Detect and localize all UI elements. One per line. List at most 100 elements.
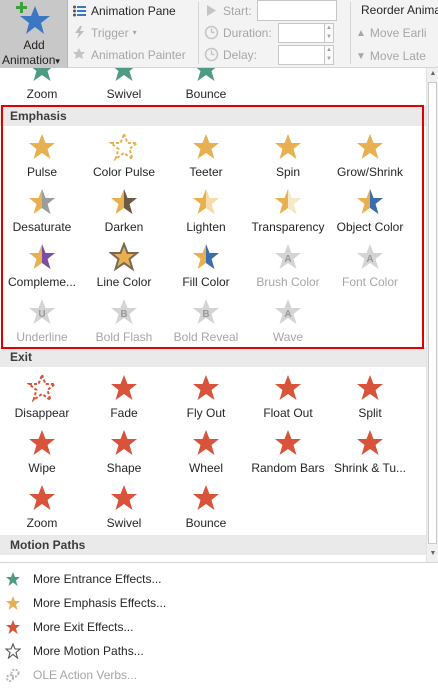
- menu-item-label: More Entrance Effects...: [33, 572, 162, 586]
- more-motion-paths-item[interactable]: More Motion Paths...: [0, 639, 438, 663]
- emphasis-complementary-color-item[interactable]: Compleme...: [1, 242, 83, 294]
- exit-fade-item[interactable]: Fade: [83, 373, 165, 425]
- exit-swivel-item[interactable]: Swivel: [83, 483, 165, 535]
- item-label: Fade: [110, 406, 138, 420]
- motion-paths-section-header: Motion Paths: [0, 535, 426, 555]
- emphasis-lighten-item[interactable]: Lighten: [165, 187, 247, 239]
- more-emphasis-effects-item[interactable]: More Emphasis Effects...: [0, 591, 438, 615]
- entrance-swivel-item[interactable]: Swivel: [83, 68, 165, 106]
- spin-icon: [275, 134, 301, 159]
- shape-icon: [111, 430, 137, 455]
- trigger-label: Trigger: [91, 25, 129, 40]
- item-label: Brush Color: [256, 275, 320, 289]
- item-label: Color Pulse: [92, 165, 156, 179]
- duration-spinner[interactable]: ▲ ▼: [324, 23, 334, 43]
- emphasis-darken-item[interactable]: Darken: [83, 187, 165, 239]
- exit-shape-item[interactable]: Shape: [83, 428, 165, 480]
- emphasis-bold-reveal-item[interactable]: B Bold Reveal: [165, 297, 247, 349]
- item-label: Random Bars: [251, 461, 325, 475]
- pulse-icon: [29, 134, 55, 159]
- item-label: Font Color: [341, 275, 399, 289]
- motion-path-star-icon: [5, 643, 21, 659]
- item-label: Grow/Shrink: [336, 165, 404, 179]
- clock-icon: [204, 25, 219, 40]
- animation-painter-icon: [73, 48, 85, 59]
- item-label: Shape: [106, 461, 142, 475]
- entrance-zoom-item[interactable]: Zoom: [1, 68, 83, 106]
- emphasis-brush-color-item[interactable]: A Brush Color: [247, 242, 329, 294]
- emphasis-fill-color-item[interactable]: Fill Color: [165, 242, 247, 294]
- exit-random-bars-item[interactable]: Random Bars: [247, 428, 329, 480]
- desaturate-icon: [29, 189, 55, 214]
- move-later-button[interactable]: ▼ Move Late: [356, 49, 426, 63]
- svg-text:A: A: [366, 254, 373, 265]
- swivel-icon: [111, 485, 137, 510]
- item-label: Wave: [272, 330, 304, 344]
- more-exit-effects-item[interactable]: More Exit Effects...: [0, 615, 438, 639]
- entrance-bounce-item[interactable]: Bounce: [165, 68, 247, 106]
- delay-spinner[interactable]: ▲ ▼: [324, 45, 334, 65]
- item-label: Bold Reveal: [173, 330, 239, 344]
- exit-fly-out-item[interactable]: Fly Out: [165, 373, 247, 425]
- animation-gallery: Zoom Swivel Bounce Emphasis Pulse Color P…: [0, 68, 426, 562]
- exit-split-item[interactable]: Split: [329, 373, 411, 425]
- animation-pane-button[interactable]: Animation Pane: [72, 3, 176, 18]
- exit-shrink-turn-item[interactable]: Shrink & Tu...: [329, 428, 411, 480]
- emphasis-underline-item[interactable]: U Underline: [1, 297, 83, 349]
- emphasis-spin-item[interactable]: Spin: [247, 132, 329, 184]
- fly-out-icon: [193, 375, 219, 400]
- svg-text:B: B: [202, 309, 209, 320]
- animations-ribbon: Add Animation▾ Animation Pane Trigger ▾ …: [0, 0, 438, 68]
- start-dropdown[interactable]: [257, 0, 337, 21]
- emphasis-object-color-item[interactable]: Object Color: [329, 187, 411, 239]
- add-animation-star-icon: [16, 2, 50, 34]
- emphasis-pulse-item[interactable]: Pulse: [1, 132, 83, 184]
- emphasis-desaturate-item[interactable]: Desaturate: [1, 187, 83, 239]
- zoom-icon: [32, 68, 52, 81]
- more-entrance-effects-item[interactable]: More Entrance Effects...: [0, 567, 438, 591]
- exit-bounce-item[interactable]: Bounce: [165, 483, 247, 535]
- ole-action-verbs-item[interactable]: OLE Action Verbs...: [0, 663, 438, 687]
- swivel-icon: [114, 68, 134, 81]
- emphasis-transparency-item[interactable]: Transparency: [247, 187, 329, 239]
- item-label: Float Out: [263, 406, 313, 420]
- underline-icon: U: [29, 299, 55, 324]
- object-color-icon: [357, 189, 383, 214]
- emphasis-bold-flash-item[interactable]: B Bold Flash: [83, 297, 165, 349]
- entrance-star-icon: [6, 572, 20, 586]
- delay-input[interactable]: [278, 45, 325, 65]
- move-earlier-button[interactable]: ▲ Move Earli: [356, 26, 427, 40]
- animation-painter-button[interactable]: Animation Painter: [72, 47, 186, 62]
- item-label: Darken: [104, 220, 144, 234]
- emphasis-color-pulse-item[interactable]: Color Pulse: [83, 132, 165, 184]
- emphasis-grow-shrink-item[interactable]: Grow/Shrink: [329, 132, 411, 184]
- trigger-button[interactable]: Trigger ▾: [72, 25, 137, 40]
- bold-reveal-icon: B: [193, 299, 219, 324]
- scroll-down-icon[interactable]: ▼: [427, 548, 438, 560]
- add-animation-button[interactable]: Add Animation▾: [0, 0, 68, 68]
- more-effects-menu: More Entrance Effects... More Emphasis E…: [0, 562, 438, 698]
- item-label: Swivel: [106, 87, 142, 101]
- emphasis-line-color-item[interactable]: Line Color: [83, 242, 165, 294]
- scrollbar-thumb[interactable]: [428, 82, 437, 544]
- exit-wheel-item[interactable]: Wheel: [165, 428, 247, 480]
- item-label: Zoom: [26, 87, 58, 101]
- exit-float-out-item[interactable]: Float Out: [247, 373, 329, 425]
- item-label: Compleme...: [7, 275, 77, 289]
- teeter-icon: [193, 134, 219, 159]
- chevron-down-icon: ▾: [55, 56, 60, 66]
- exit-disappear-item[interactable]: Disappear: [1, 373, 83, 425]
- zoom-icon: [29, 485, 55, 510]
- exit-zoom-item[interactable]: Zoom: [1, 483, 83, 535]
- duration-input[interactable]: [278, 23, 325, 43]
- exit-wipe-item[interactable]: Wipe: [1, 428, 83, 480]
- emphasis-font-color-item[interactable]: A Font Color: [329, 242, 411, 294]
- emphasis-teeter-item[interactable]: Teeter: [165, 132, 247, 184]
- emphasis-section-header: Emphasis: [0, 106, 426, 126]
- gallery-scrollbar[interactable]: ▲ ▼: [426, 68, 438, 562]
- scroll-up-icon[interactable]: ▲: [427, 68, 438, 80]
- item-label: Bounce: [185, 516, 227, 530]
- svg-text:A: A: [284, 254, 291, 265]
- emphasis-wave-item[interactable]: A Wave: [247, 297, 329, 349]
- menu-item-label: OLE Action Verbs...: [33, 668, 138, 682]
